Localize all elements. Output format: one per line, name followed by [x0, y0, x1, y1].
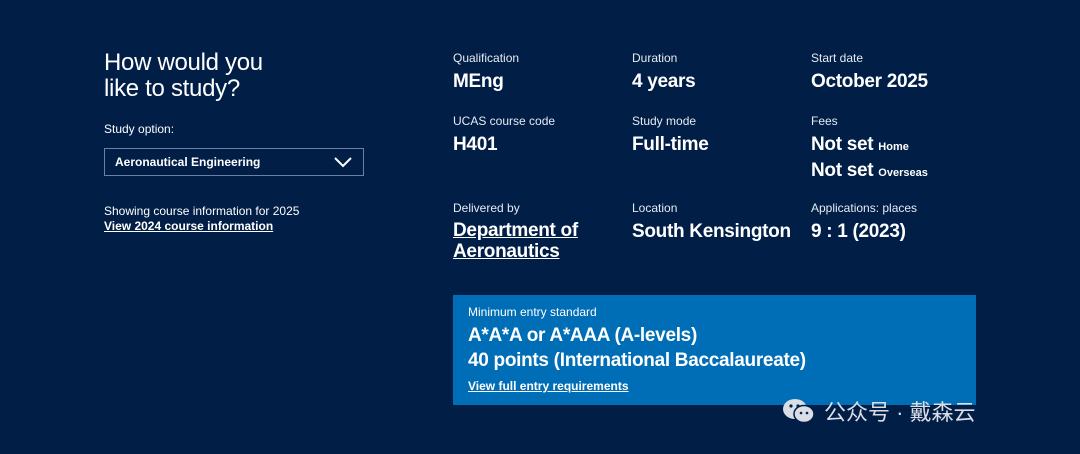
ucas-code-cell: UCAS course code H401: [453, 113, 623, 157]
study-option-label: Study option:: [104, 122, 175, 136]
qualification-label: Qualification: [453, 51, 520, 65]
fees-home-value: Not set: [811, 134, 874, 155]
showing-year-text: Showing course information for 2025: [104, 204, 300, 218]
course-year-info: Showing course information for 2025 View…: [104, 204, 374, 234]
department-line1: Department of: [453, 220, 578, 241]
location-value: South Kensington: [632, 221, 791, 242]
study-mode-value: Full-time: [632, 134, 709, 155]
applications-value: 9 : 1 (2023): [811, 221, 906, 242]
duration-label: Duration: [632, 51, 678, 65]
study-option-select[interactable]: Aeronautical Engineering: [104, 148, 364, 176]
study-heading: How would you like to study?: [104, 50, 374, 102]
location-cell: Location South Kensington: [632, 200, 802, 244]
start-date-value: October 2025: [811, 71, 928, 92]
fees-overseas-value: Not set: [811, 160, 874, 181]
wechat-icon: [783, 399, 815, 424]
study-mode-label: Study mode: [632, 114, 697, 128]
entry-ib: 40 points (International Baccalaureate): [468, 350, 806, 371]
delivered-by-cell: Delivered by Department of Aeronautics: [453, 200, 623, 262]
fees-label: Fees: [811, 114, 838, 128]
qualification-value: MEng: [453, 71, 504, 92]
view-entry-requirements-link[interactable]: View full entry requirements: [468, 379, 629, 393]
study-heading-line2: like to study?: [104, 75, 240, 102]
delivered-by-label: Delivered by: [453, 201, 520, 215]
study-options-panel: How would you like to study? Study optio…: [104, 50, 374, 234]
fees-overseas-suffix: Overseas: [878, 167, 928, 179]
start-date-cell: Start date October 2025: [811, 50, 981, 94]
fees-home: Not set Home: [811, 133, 981, 159]
entry-a-levels: A*A*A or A*AAA (A-levels): [468, 325, 697, 346]
start-date-label: Start date: [811, 51, 864, 65]
entry-standard-label: Minimum entry standard: [468, 305, 597, 319]
chevron-down-icon: [334, 157, 352, 168]
applications-label: Applications: places: [811, 201, 918, 215]
location-label: Location: [632, 201, 678, 215]
entry-requirements-box: Minimum entry standard A*A*A or A*AAA (A…: [453, 295, 976, 405]
watermark-text: 公众号 · 戴森云: [824, 400, 976, 425]
department-link[interactable]: Department of Aeronautics: [453, 220, 623, 262]
applications-cell: Applications: places 9 : 1 (2023): [811, 200, 981, 244]
qualification-cell: Qualification MEng: [453, 50, 623, 94]
fees-overseas: Not set Overseas: [811, 159, 981, 185]
duration-cell: Duration 4 years: [632, 50, 802, 94]
fees-home-suffix: Home: [878, 141, 909, 153]
study-option-value: Aeronautical Engineering: [115, 155, 261, 169]
watermark: 公众号 · 戴森云: [782, 395, 976, 427]
fees-cell: Fees Not set Home Not set Overseas: [811, 113, 981, 185]
view-2024-link[interactable]: View 2024 course information: [104, 219, 374, 234]
ucas-code-label: UCAS course code: [453, 114, 556, 128]
study-mode-cell: Study mode Full-time: [632, 113, 802, 157]
duration-value: 4 years: [632, 71, 696, 92]
study-heading-line1: How would you: [104, 49, 263, 76]
ucas-code-value: H401: [453, 134, 498, 155]
department-line2: Aeronautics: [453, 241, 560, 262]
